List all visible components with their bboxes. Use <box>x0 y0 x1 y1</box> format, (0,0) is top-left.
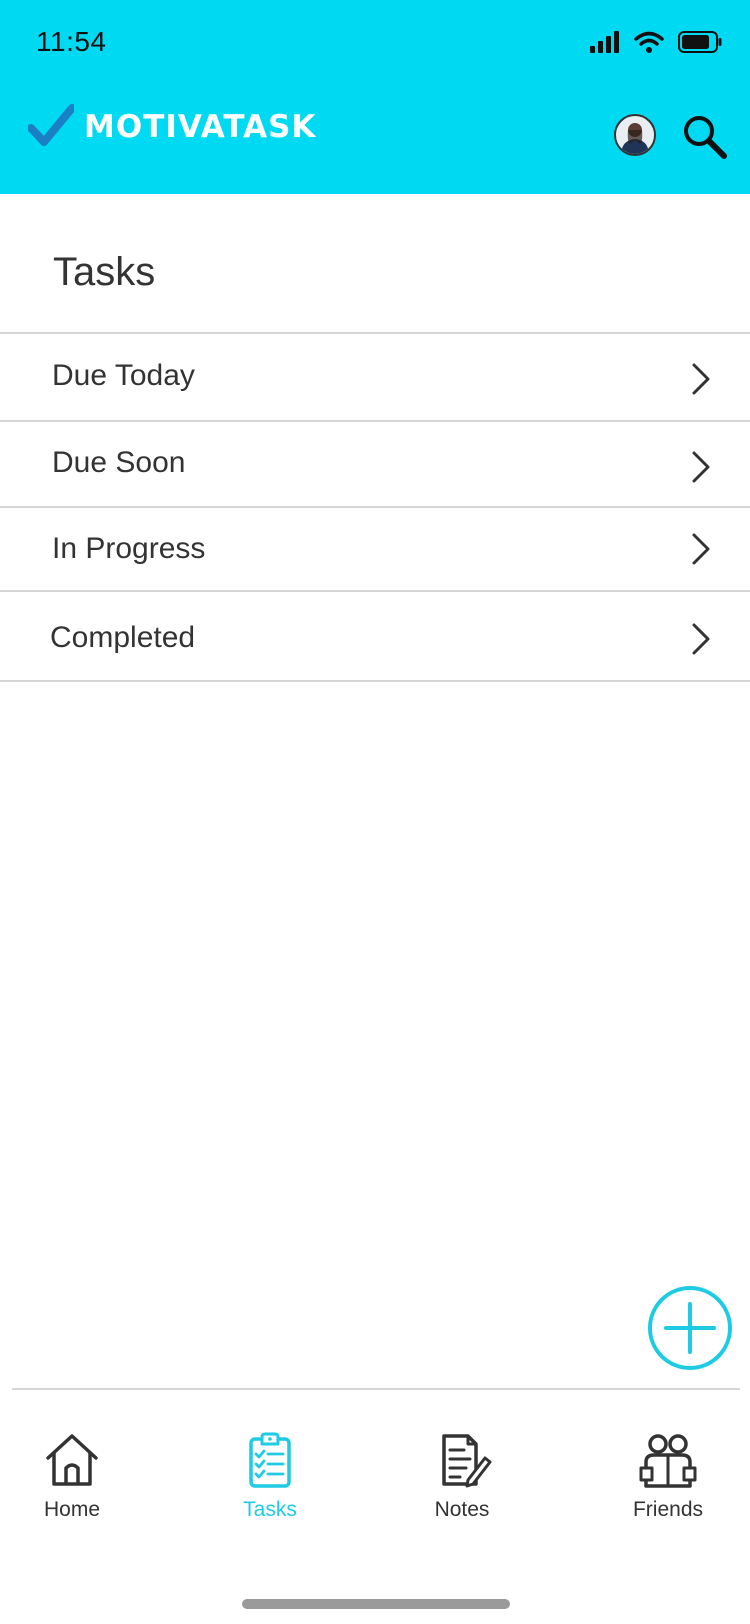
list-item-label: In Progress <box>52 532 206 565</box>
app-name: MOTIVATASK <box>84 109 317 145</box>
tab-label: Tasks <box>243 1498 297 1521</box>
profile-photo-icon <box>621 123 649 154</box>
battery-icon <box>678 31 722 53</box>
clipboard-checklist-icon <box>249 1432 291 1488</box>
page-title: Tasks <box>53 250 156 294</box>
list-item-completed[interactable]: Completed <box>0 590 750 682</box>
status-time: 11:54 <box>36 26 107 57</box>
chevron-right-icon <box>692 451 710 483</box>
friends-icon <box>639 1434 697 1488</box>
chevron-right-icon <box>692 363 710 395</box>
tab-home[interactable]: Home <box>2 1428 142 1524</box>
cellular-signal-icon <box>590 31 619 53</box>
list-item-label: Due Soon <box>52 446 186 479</box>
tab-bar-divider <box>12 1388 740 1390</box>
app-header: 11:54 MOTIVATASK <box>0 0 750 194</box>
status-icons <box>590 28 722 56</box>
tab-label: Home <box>43 1498 101 1521</box>
wifi-icon <box>634 31 664 53</box>
list-item-label: Completed <box>50 621 196 654</box>
tab-notes[interactable]: Notes <box>392 1428 532 1524</box>
tab-label: Notes <box>434 1498 490 1521</box>
profile-avatar[interactable] <box>614 114 656 156</box>
home-indicator <box>242 1599 510 1609</box>
list-item-in-progress[interactable]: In Progress <box>0 506 750 590</box>
list-item-label: Due Today <box>52 359 195 392</box>
add-task-button[interactable] <box>646 1284 734 1372</box>
app-brand: MOTIVATASK <box>28 104 316 150</box>
list-item-due-today[interactable]: Due Today <box>0 332 750 420</box>
chevron-right-icon <box>692 533 710 565</box>
tab-friends[interactable]: Friends <box>598 1428 738 1524</box>
note-pencil-icon <box>442 1434 492 1488</box>
list-item-due-soon[interactable]: Due Soon <box>0 420 750 506</box>
search-icon[interactable] <box>680 112 728 160</box>
task-category-list: Due Today Due Soon In Progress Completed <box>0 332 750 682</box>
checkmark-logo-icon <box>28 104 74 146</box>
chevron-right-icon <box>692 623 710 655</box>
tab-tasks[interactable]: Tasks <box>200 1428 340 1524</box>
home-icon <box>46 1434 98 1486</box>
tab-label: Friends <box>632 1498 704 1521</box>
